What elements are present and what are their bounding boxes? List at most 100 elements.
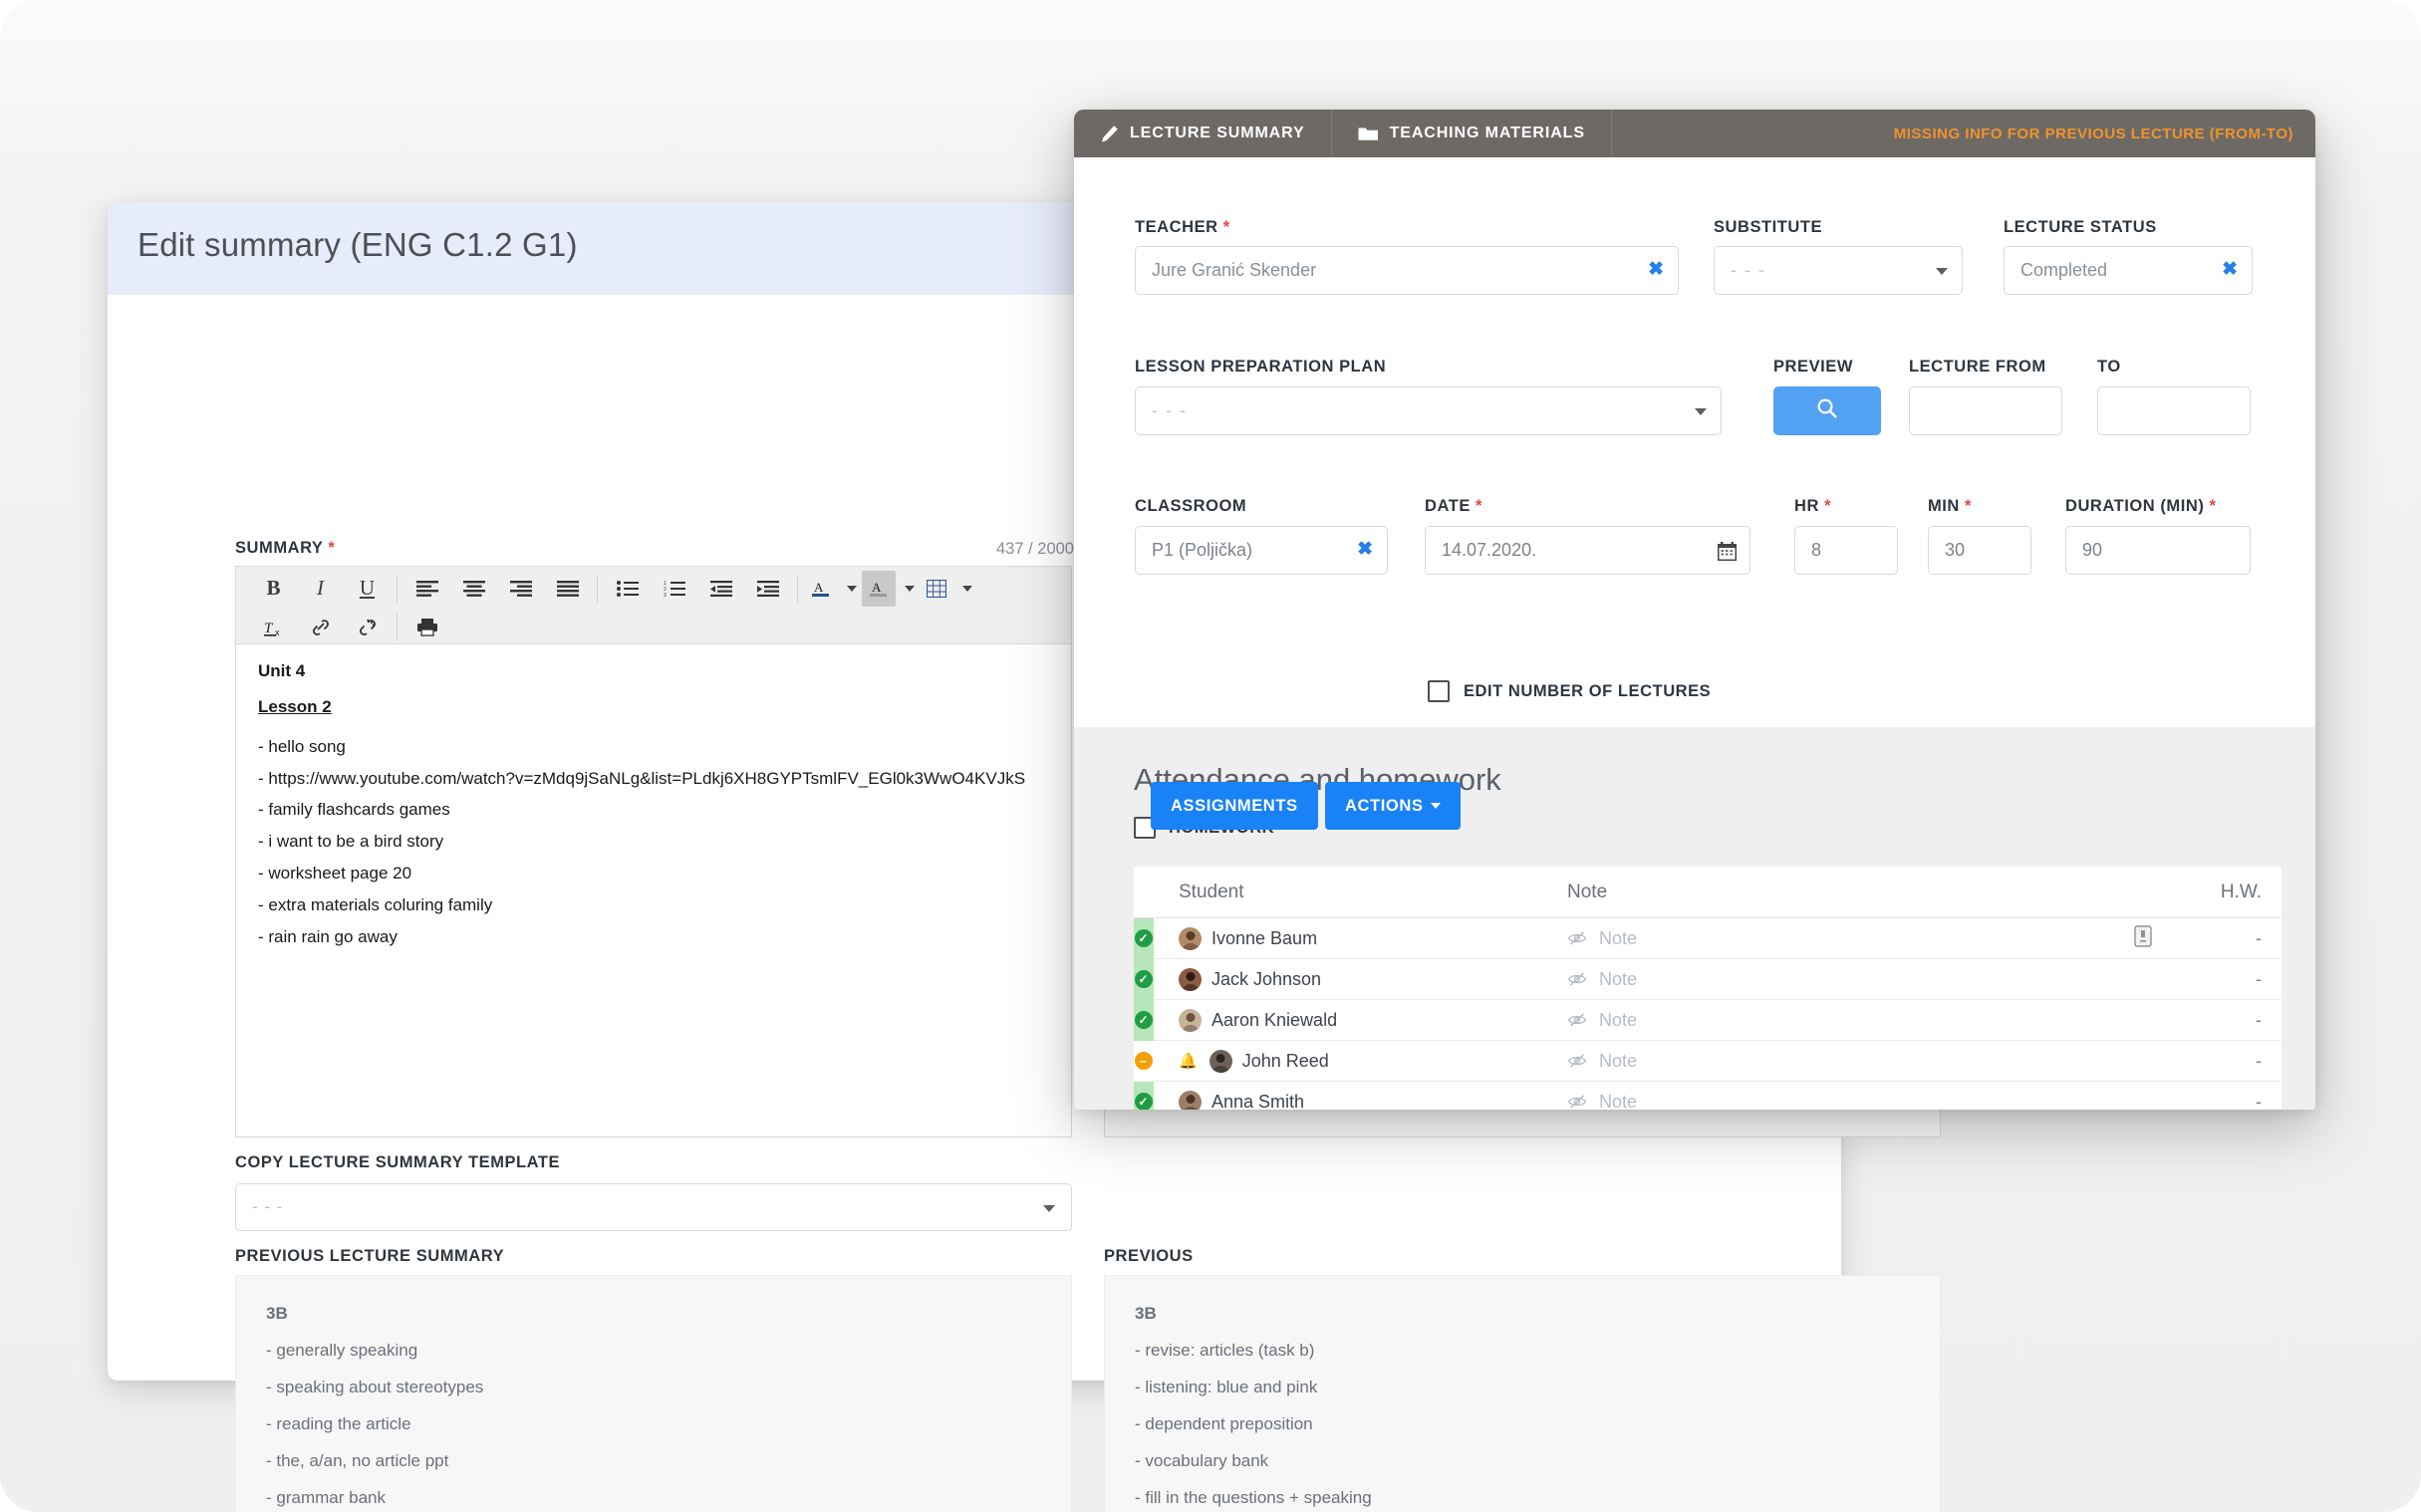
italic-icon[interactable]: I [297,571,344,607]
previous-summary-lines: - generally speaking - speaking about ste… [266,1341,1041,1512]
outdent-icon[interactable] [697,571,744,607]
duration-value: 90 [2082,540,2103,560]
attendance-status-cell[interactable]: – [1134,1040,1154,1082]
date-input[interactable]: 14.07.2020. [1425,526,1750,575]
note-cell[interactable]: Note [1547,1051,2134,1072]
toolbar-divider [397,574,398,603]
note-placeholder[interactable]: Note [1599,1051,1637,1072]
align-left-icon[interactable] [404,571,450,607]
classroom-input[interactable]: P1 (Poljička) ✖ [1135,526,1388,575]
lecture-status-clear-icon[interactable]: ✖ [2222,260,2238,279]
hr-input[interactable]: 8 [1794,526,1898,575]
substitute-select[interactable]: - - - [1714,246,1963,295]
actions-button[interactable]: ACTIONS [1325,782,1462,830]
bulleted-list-icon[interactable] [604,571,651,607]
print-icon[interactable] [404,610,450,645]
summary-editor-content[interactable]: Unit 4 Lesson 2 - hello song - https://www.… [236,644,1071,1136]
note-column-header: Note [1567,881,1608,902]
attendance-rows: ✓ Ivonne Baum Note - ✓ Jack Johnson Note - ✓ Aaro… [1134,917,2282,1111]
edit-number-of-lectures-checkbox[interactable] [1428,680,1450,702]
lesson-plan-select[interactable]: - - - [1135,386,1722,435]
preview-button[interactable] [1773,386,1881,435]
edit-number-of-lectures-row[interactable]: EDIT NUMBER OF LECTURES [1428,680,1711,702]
summary-editor[interactable]: B I U 123 A A T x Unit 4 Lesson 2 - hell… [235,566,1072,1137]
text-color-icon[interactable]: A [804,571,838,607]
date-value: 14.07.2020. [1442,540,1537,560]
check-circle-icon: ✓ [1134,1093,1153,1110]
teacher-clear-icon[interactable]: ✖ [1648,260,1664,279]
classroom-clear-icon[interactable]: ✖ [1357,540,1373,559]
note-cell[interactable]: Note [1547,928,2134,949]
copy-template-select[interactable]: - - - [235,1183,1072,1231]
indent-icon[interactable] [744,571,791,607]
background-color-icon[interactable]: A [862,570,896,607]
note-placeholder[interactable]: Note [1599,1010,1637,1031]
check-circle-icon: ✓ [1134,970,1153,988]
attendance-status-cell[interactable]: ✓ [1134,958,1154,1000]
table-row[interactable]: ✓ Ivonne Baum Note - [1134,917,2282,959]
previous-additional-line: - revise: articles (task b) [1135,1341,1315,1360]
min-input[interactable]: 30 [1928,526,2031,575]
pencil-icon [1100,125,1119,143]
align-justify-icon[interactable] [544,571,591,607]
attendance-status-cell[interactable]: ✓ [1134,1081,1154,1110]
table-row[interactable]: – 🔔 John Reed Note - [1134,1040,2282,1082]
student-name: Anna Smith [1211,1091,1305,1111]
student-name-cell[interactable]: Ivonne Baum [1154,926,1547,950]
table-row[interactable]: ✓ Aaron Kniewald Note - [1134,999,2282,1041]
eye-slash-icon[interactable] [1567,972,1587,986]
table-dropdown-icon[interactable] [953,571,977,607]
link-icon[interactable] [297,610,344,645]
homework-cell: - [2256,927,2262,948]
toolbar-divider [597,574,598,603]
teacher-input[interactable]: Jure Granić Skender ✖ [1135,246,1679,295]
table-row[interactable]: ✓ Jack Johnson Note - [1134,958,2282,1000]
date-label: DATE * [1425,497,1482,516]
table-row[interactable]: ✓ Anna Smith Note - [1134,1081,2282,1111]
note-cell[interactable]: Note [1547,1010,2134,1031]
student-name-cell[interactable]: 🔔 John Reed [1154,1049,1547,1073]
numbered-list-icon[interactable]: 123 [651,571,697,607]
note-placeholder[interactable]: Note [1599,928,1637,949]
lecture-from-input[interactable] [1909,386,2062,435]
calendar-icon[interactable] [1717,541,1738,567]
tab-teaching-materials[interactable]: TEACHING MATERIALS [1332,110,1612,157]
document-icon[interactable] [2134,924,2152,951]
table-icon[interactable] [920,571,953,607]
unlink-icon[interactable] [344,610,391,645]
min-label: MIN * [1928,497,1972,516]
student-name-cell[interactable]: Anna Smith [1154,1090,1547,1111]
remove-format-icon[interactable]: Tx [250,610,297,645]
previous-summary-line: - reading the article [266,1414,411,1433]
bold-icon[interactable]: B [250,571,297,607]
attendance-status-cell[interactable]: ✓ [1134,917,1154,959]
summary-line: - rain rain go away [258,926,398,946]
eye-slash-icon[interactable] [1567,1054,1587,1068]
underline-icon[interactable]: U [344,571,391,607]
note-placeholder[interactable]: Note [1599,1092,1637,1111]
duration-input[interactable]: 90 [2065,526,2251,575]
align-right-icon[interactable] [497,571,544,607]
note-placeholder[interactable]: Note [1599,969,1637,990]
align-center-icon[interactable] [450,571,497,607]
previous-summary-label: PREVIOUS LECTURE SUMMARY [235,1247,505,1265]
note-cell[interactable]: Note [1547,1092,2134,1111]
tab-lecture-summary[interactable]: LECTURE SUMMARY [1074,110,1332,157]
homework-cell: - [2256,968,2262,989]
eye-slash-icon[interactable] [1567,931,1587,945]
copy-template-value: - - - [252,1197,284,1216]
background-color-dropdown-icon[interactable] [896,571,920,607]
eye-slash-icon[interactable] [1567,1095,1587,1109]
svg-text:A: A [872,580,882,595]
student-name-cell[interactable]: Aaron Kniewald [1154,1008,1547,1032]
note-cell[interactable]: Note [1547,969,2134,990]
assignments-button[interactable]: ASSIGNMENTS [1151,782,1318,830]
eye-slash-icon[interactable] [1567,1013,1587,1027]
student-name: Ivonne Baum [1211,927,1318,948]
student-name-cell[interactable]: Jack Johnson [1154,967,1547,991]
lecture-to-input[interactable] [2097,386,2251,435]
lecture-status-input[interactable]: Completed ✖ [2004,246,2253,295]
text-color-dropdown-icon[interactable] [838,571,862,607]
attendance-status-cell[interactable]: ✓ [1134,999,1154,1041]
previous-additional-line: - listening: blue and pink [1135,1378,1318,1396]
